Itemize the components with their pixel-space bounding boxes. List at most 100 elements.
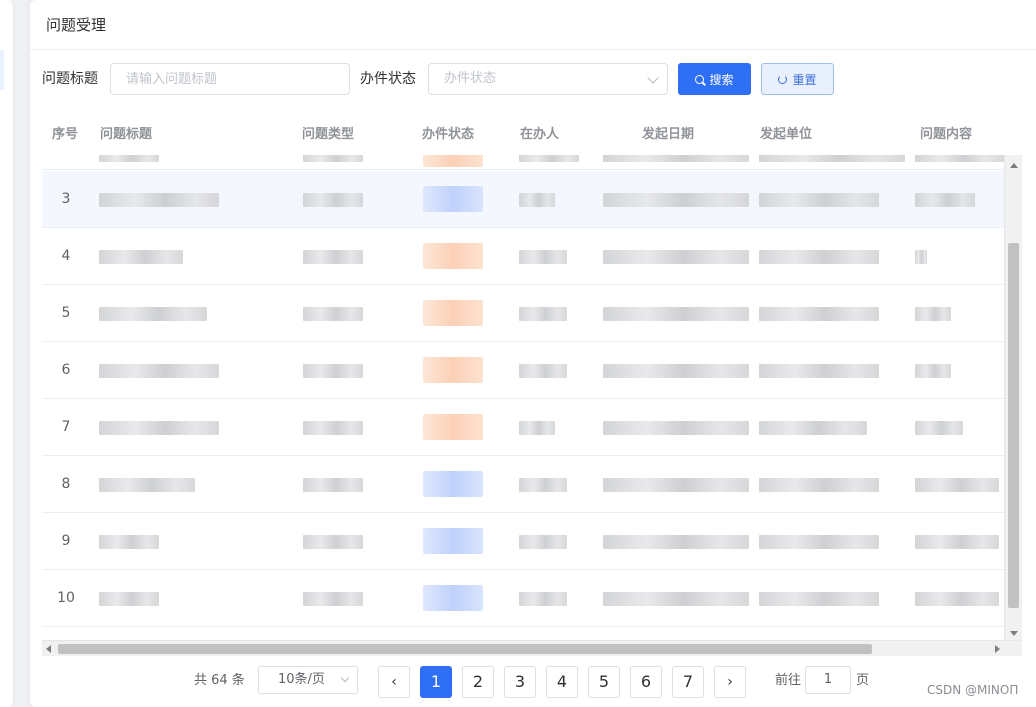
- reset-button[interactable]: 重置: [761, 63, 834, 95]
- scroll-right-arrow-icon[interactable]: [995, 645, 1000, 653]
- scroll-up-arrow-icon[interactable]: [1010, 163, 1018, 168]
- redacted-title: [99, 155, 159, 162]
- sidebar-active-indicator: [0, 50, 4, 90]
- left-sidebar-edge: [0, 0, 14, 707]
- redacted-handler: [519, 364, 567, 378]
- page-title: 问题受理: [30, 0, 1036, 50]
- column-header-type: 问题类型: [302, 127, 355, 142]
- row-index: 8: [61, 476, 71, 492]
- refresh-icon: [778, 74, 788, 84]
- status-badge: [423, 155, 483, 167]
- next-page-button[interactable]: ›: [714, 666, 746, 698]
- column-header-status: 办件状态: [422, 127, 475, 142]
- goto-unit-label: 页: [856, 673, 870, 688]
- main-card: 问题受理 问题标题 办件状态 办件状态 搜索 重置 序号 问题标题 问题类型 办…: [30, 0, 1036, 707]
- redacted-content: [915, 478, 999, 492]
- redacted-unit: [759, 478, 879, 492]
- issues-table: 序号 问题标题 问题类型 办件状态 在办人 发起日期 发起单位 问题内容 2 3: [42, 115, 1022, 656]
- horizontal-scrollbar[interactable]: [42, 640, 1022, 656]
- redacted-date: [603, 307, 749, 321]
- table-header: 序号 问题标题 问题类型 办件状态 在办人 发起日期 发起单位 问题内容: [42, 115, 1022, 155]
- page-button-7[interactable]: 7: [672, 666, 704, 698]
- watermark-text: CSDN @MINOΠ: [927, 683, 1019, 697]
- horizontal-scroll-thumb[interactable]: [58, 644, 872, 654]
- table-row[interactable]: 7: [42, 399, 1004, 456]
- row-index: 4: [61, 248, 71, 264]
- chevron-right-icon: ›: [727, 674, 733, 690]
- title-filter-label: 问题标题: [42, 71, 98, 87]
- redacted-type: [303, 421, 363, 435]
- scroll-down-arrow-icon[interactable]: [1010, 631, 1018, 636]
- column-header-content: 问题内容: [920, 127, 973, 142]
- redacted-handler: [519, 193, 555, 207]
- redacted-title: [99, 307, 207, 321]
- table-row[interactable]: 5: [42, 285, 1004, 342]
- goto-page-input[interactable]: 1: [805, 666, 851, 694]
- redacted-content: [915, 155, 1004, 162]
- redacted-title: [99, 421, 219, 435]
- row-index: 6: [61, 362, 71, 378]
- redacted-date: [603, 535, 749, 549]
- chevron-left-icon: ‹: [391, 674, 397, 690]
- status-badge: [423, 357, 483, 383]
- table-row[interactable]: 10: [42, 570, 1004, 627]
- page-size-select[interactable]: 10条/页: [258, 666, 358, 694]
- redacted-unit: [759, 193, 879, 207]
- redacted-type: [303, 478, 363, 492]
- redacted-content: [915, 364, 951, 378]
- vertical-scrollbar[interactable]: [1004, 155, 1022, 640]
- pagination-total: 共 64 条: [194, 673, 245, 688]
- page-button-1[interactable]: 1: [420, 666, 452, 698]
- column-header-date: 发起日期: [642, 127, 695, 142]
- column-header-index: 序号: [52, 127, 79, 142]
- page-button-5[interactable]: 5: [588, 666, 620, 698]
- page-button-4[interactable]: 4: [546, 666, 578, 698]
- redacted-handler: [519, 478, 567, 492]
- row-index: 2: [42, 155, 90, 170]
- page-button-2[interactable]: 2: [462, 666, 494, 698]
- redacted-type: [303, 307, 363, 321]
- status-badge: [423, 471, 483, 497]
- pagination: 共 64 条 10条/页 ‹ 1 2 3 4 5 6 7 › 前往 1 页: [30, 666, 1036, 698]
- chevron-down-icon: [647, 72, 659, 84]
- row-index: 10: [57, 590, 75, 606]
- vertical-scroll-thumb[interactable]: [1008, 243, 1019, 608]
- status-select[interactable]: 办件状态: [428, 63, 668, 95]
- redacted-date: [603, 193, 749, 207]
- table-row[interactable]: 6: [42, 342, 1004, 399]
- table-row[interactable]: 2: [42, 155, 1004, 170]
- redacted-unit: [759, 535, 879, 549]
- redacted-type: [303, 250, 363, 264]
- table-row[interactable]: 4: [42, 228, 1004, 285]
- scroll-left-arrow-icon[interactable]: [46, 645, 51, 653]
- table-row[interactable]: 3: [42, 171, 1004, 228]
- redacted-handler: [519, 535, 567, 549]
- status-badge: [423, 585, 483, 611]
- prev-page-button[interactable]: ‹: [378, 666, 410, 698]
- page-button-3[interactable]: 3: [504, 666, 536, 698]
- status-badge: [423, 528, 483, 554]
- redacted-handler: [519, 421, 555, 435]
- search-button-label: 搜索: [709, 72, 734, 87]
- status-filter-label: 办件状态: [360, 71, 416, 87]
- redacted-date: [603, 592, 749, 606]
- status-badge: [423, 414, 483, 440]
- table-row[interactable]: 9: [42, 513, 1004, 570]
- redacted-date: [603, 478, 749, 492]
- table-row[interactable]: 8: [42, 456, 1004, 513]
- title-search-input[interactable]: [110, 63, 350, 95]
- column-header-unit: 发起单位: [760, 127, 813, 142]
- redacted-unit: [759, 592, 879, 606]
- redacted-title: [99, 193, 219, 207]
- page-size-value: 10条/页: [278, 672, 325, 687]
- redacted-handler: [519, 155, 579, 162]
- status-badge: [423, 300, 483, 326]
- redacted-type: [303, 592, 363, 606]
- reset-button-label: 重置: [792, 72, 817, 87]
- redacted-handler: [519, 250, 567, 264]
- redacted-content: [915, 307, 951, 321]
- page-button-6[interactable]: 6: [630, 666, 662, 698]
- row-index: 7: [61, 419, 71, 435]
- search-button[interactable]: 搜索: [678, 63, 751, 95]
- redacted-type: [303, 364, 363, 378]
